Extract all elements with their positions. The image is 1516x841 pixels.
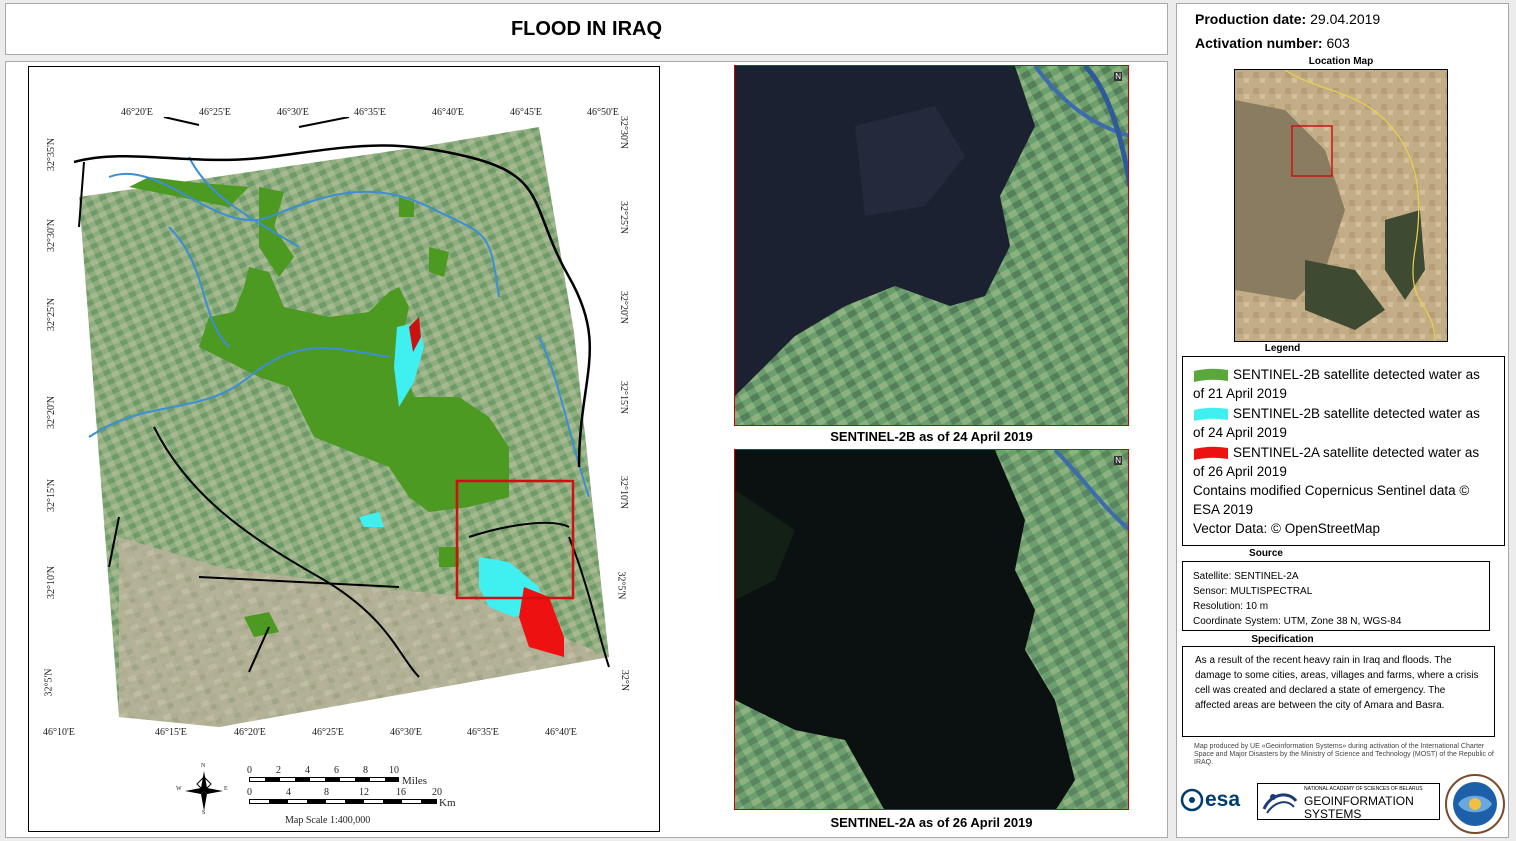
lon-label: 46°20'E [234,727,266,738]
academy-seal-icon [1445,774,1505,834]
activation-number: Activation number: 603 [1195,35,1350,51]
source-crs: Coordinate System: UTM, Zone 38 N, WGS-8… [1193,616,1402,627]
lat-label: 32°25'N [46,297,58,332]
legend-box: SENTINEL-2B satellite detected water as … [1182,356,1505,546]
copernicus-credit: Contains modified Copernicus Sentinel da… [1193,483,1470,517]
esa-emblem-icon [1180,788,1204,812]
legend-item: SENTINEL-2B satellite detected water as … [1193,406,1480,440]
specification-box: As a result of the recent heavy rain in … [1182,646,1495,737]
flood-map-image [73,117,610,727]
compass-w: W [176,786,182,792]
source-satellite: Satellite: SENTINEL-2A [1193,571,1299,582]
specification-title: Specification [1251,634,1314,645]
green-water-swatch [1194,369,1228,383]
lat-label: 32°30'N [46,218,58,253]
location-map [1234,69,1448,342]
geoinformation-systems-logo: NATIONAL ACADEMY OF SCIENCES OF BELARUS … [1257,783,1440,821]
vector-credit: Vector Data: © OpenStreetMap [1193,521,1381,536]
compass-e: E [224,786,228,792]
legend-item: SENTINEL-2B satellite detected water as … [1193,367,1480,401]
source-box: Satellite: SENTINEL-2A Sensor: MULTISPEC… [1182,561,1490,631]
map-scale-text: Map Scale 1:400,000 [285,815,371,826]
main-map: 46°20'E 46°25'E 46°30'E 46°35'E 46°40'E … [28,66,660,832]
lon-label: 46°30'E [390,727,422,738]
legend-item: SENTINEL-2A satellite detected water as … [1193,445,1480,479]
compass-n: N [201,763,206,769]
north-arrow-icon: N [1114,72,1122,81]
production-date: Production date: 29.04.2019 [1195,11,1381,27]
lon-label: 46°25'E [312,727,344,738]
satellite-image-26-april: N [734,449,1129,810]
lon-label: 46°10'E [43,727,75,738]
lat-label: 32°15'N [46,478,58,513]
source-sensor: Sensor: MULTISPECTRAL [1193,586,1313,597]
cyan-water-swatch [1194,408,1228,422]
lat-label: 32°35'N [46,137,58,172]
location-map-title: Location Map [1308,56,1374,67]
north-arrow-icon: N [1114,456,1122,465]
source-resolution: Resolution: 10 m [1193,601,1269,612]
lat-label: 32°20'N [46,395,58,430]
caption-24-april: SENTINEL-2B as of 24 April 2019 [830,429,1033,444]
source-title: Source [1249,548,1283,559]
lat-label: 32°5'N [43,668,55,697]
esa-logo: esa [1180,784,1252,816]
lon-label: 46°35'E [467,727,499,738]
caption-26-april: SENTINEL-2A as of 26 April 2019 [830,815,1033,830]
map-title: FLOOD IN IRAQ [5,3,1168,55]
legend-title: Legend [1264,343,1301,354]
production-credit: Map produced by UE «Geoinformation Syste… [1194,743,1494,766]
geoinformation-emblem-icon [1262,793,1298,814]
lon-label: 46°15'E [155,727,187,738]
specification-text: As a result of the recent heavy rain in … [1195,655,1479,711]
satellite-image-24-april: N [734,65,1129,426]
red-water-swatch [1194,447,1228,461]
lat-label: 32°10'N [46,565,58,600]
compass-s: S [202,810,206,816]
lon-label: 46°40'E [545,727,577,738]
